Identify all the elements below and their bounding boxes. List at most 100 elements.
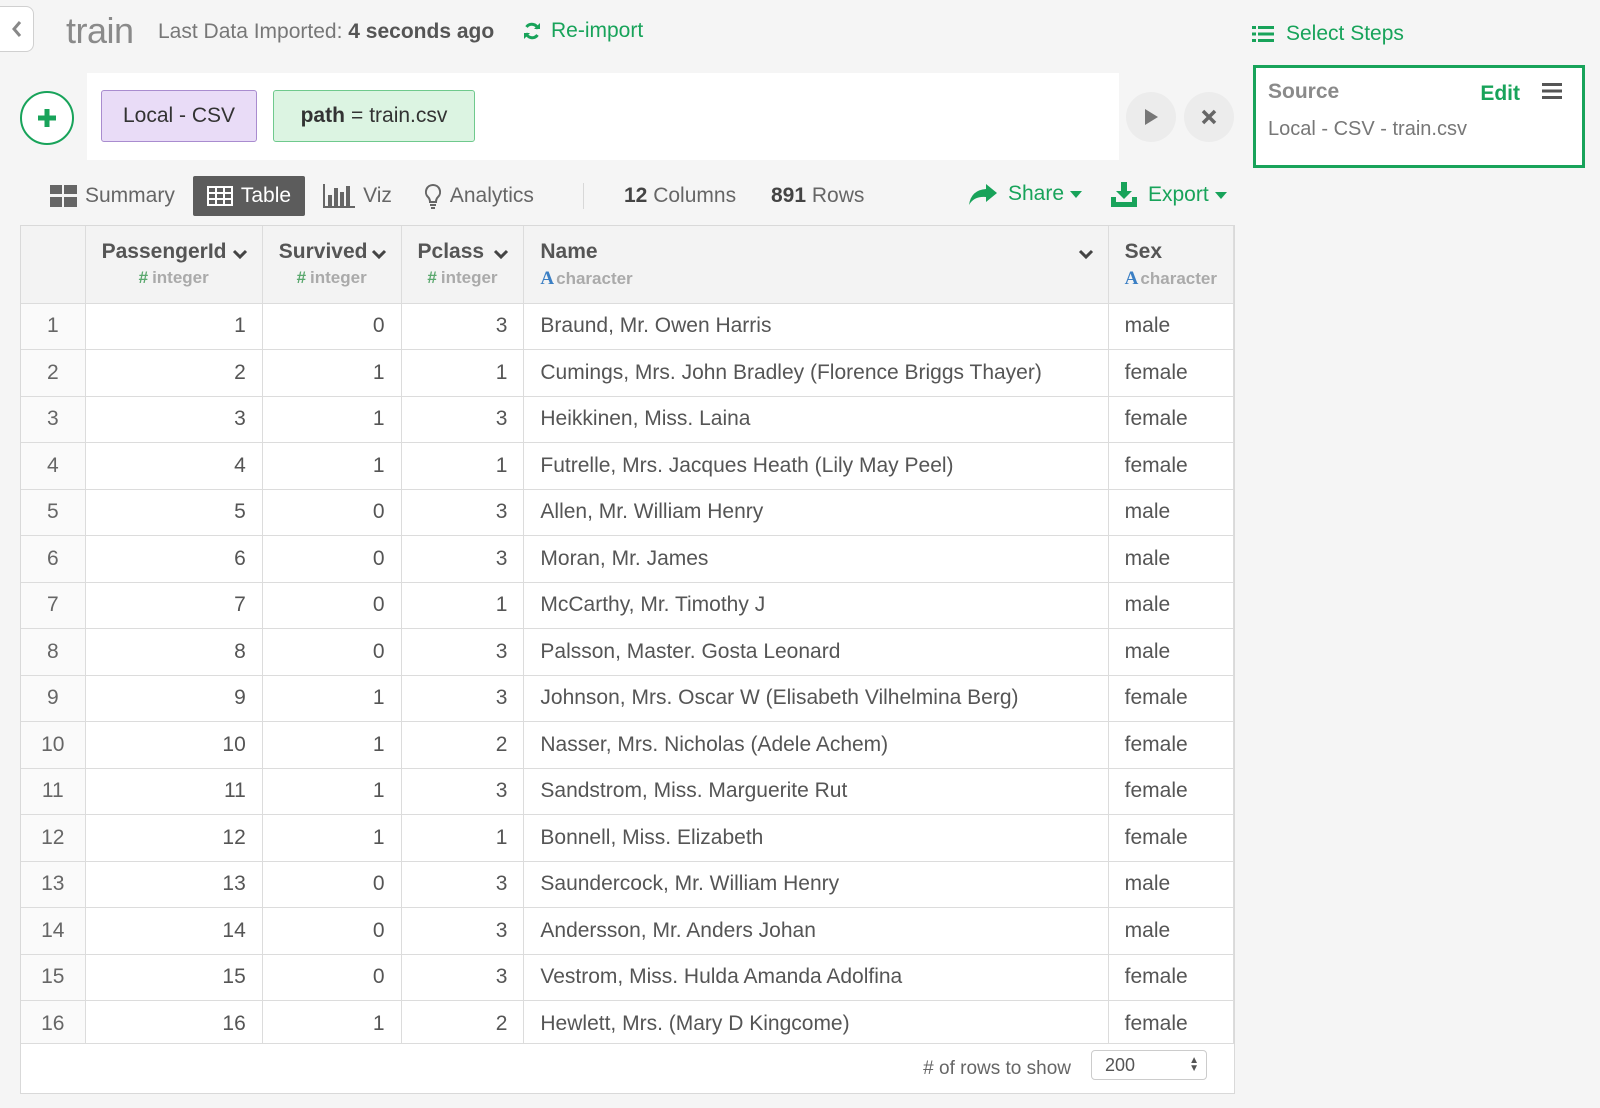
cell-survived[interactable]: 0 xyxy=(262,907,402,955)
rows-to-show-select[interactable]: 200 ▲ ▼ xyxy=(1091,1050,1207,1080)
cell-survived[interactable]: 1 xyxy=(262,349,402,397)
cell-survived[interactable]: 1 xyxy=(262,814,402,862)
cell-sex[interactable]: male xyxy=(1108,303,1234,350)
reimport-button[interactable]: Re-import xyxy=(522,19,643,43)
cell-pclass[interactable]: 1 xyxy=(401,349,525,397)
cell-name[interactable]: Moran, Mr. James xyxy=(523,535,1109,583)
chevron-down-icon[interactable] xyxy=(232,248,248,260)
cell-survived[interactable]: 0 xyxy=(262,489,402,536)
column-header-survived[interactable]: Survived # integer xyxy=(262,226,402,304)
cell-sex[interactable]: female xyxy=(1108,675,1234,722)
cell-pclass[interactable]: 1 xyxy=(401,814,525,862)
clear-button[interactable] xyxy=(1184,92,1234,142)
cell-passengerid[interactable]: 4 xyxy=(85,442,263,490)
cell-name[interactable]: Allen, Mr. William Henry xyxy=(523,489,1109,536)
cell-passengerid[interactable]: 13 xyxy=(85,861,263,908)
cell-sex[interactable]: female xyxy=(1108,349,1234,397)
cell-name[interactable]: Heikkinen, Miss. Laina xyxy=(523,396,1109,443)
step-menu-button[interactable] xyxy=(1542,82,1562,105)
cell-name[interactable]: Braund, Mr. Owen Harris xyxy=(523,303,1109,350)
cell-name[interactable]: McCarthy, Mr. Timothy J xyxy=(523,582,1109,629)
cell-idx[interactable]: 4 xyxy=(21,442,86,490)
cell-sex[interactable]: male xyxy=(1108,861,1234,908)
cell-passengerid[interactable]: 5 xyxy=(85,489,263,536)
cell-sex[interactable]: female xyxy=(1108,396,1234,443)
cell-idx[interactable]: 10 xyxy=(21,721,86,769)
cell-sex[interactable]: male xyxy=(1108,535,1234,583)
cell-passengerid[interactable]: 6 xyxy=(85,535,263,583)
cell-passengerid[interactable]: 9 xyxy=(85,675,263,722)
column-header-sex[interactable]: Sex Acharacter xyxy=(1108,226,1234,304)
cell-name[interactable]: Saundercock, Mr. William Henry xyxy=(523,861,1109,908)
cell-idx[interactable]: 14 xyxy=(21,907,86,955)
cell-passengerid[interactable]: 8 xyxy=(85,628,263,676)
cell-name[interactable]: Nasser, Mrs. Nicholas (Adele Achem) xyxy=(523,721,1109,769)
tab-summary[interactable]: Summary xyxy=(36,176,189,216)
cell-survived[interactable]: 1 xyxy=(262,396,402,443)
cell-passengerid[interactable]: 15 xyxy=(85,954,263,1001)
cell-sex[interactable]: male xyxy=(1108,489,1234,536)
cell-idx[interactable]: 16 xyxy=(21,1000,86,1048)
cell-sex[interactable]: female xyxy=(1108,814,1234,862)
cell-pclass[interactable]: 2 xyxy=(401,721,525,769)
cell-name[interactable]: Johnson, Mrs. Oscar W (Elisabeth Vilhelm… xyxy=(523,675,1109,722)
source-type-token[interactable]: Local - CSV xyxy=(101,90,257,142)
cell-idx[interactable]: 1 xyxy=(21,303,86,350)
cell-survived[interactable]: 0 xyxy=(262,303,402,350)
cell-passengerid[interactable]: 14 xyxy=(85,907,263,955)
column-header-name[interactable]: Name Acharacter xyxy=(523,226,1109,304)
cell-pclass[interactable]: 3 xyxy=(401,675,525,722)
cell-passengerid[interactable]: 16 xyxy=(85,1000,263,1048)
cell-idx[interactable]: 9 xyxy=(21,675,86,722)
cell-name[interactable]: Andersson, Mr. Anders Johan xyxy=(523,907,1109,955)
cell-passengerid[interactable]: 12 xyxy=(85,814,263,862)
cell-name[interactable]: Palsson, Master. Gosta Leonard xyxy=(523,628,1109,676)
cell-idx[interactable]: 12 xyxy=(21,814,86,862)
select-steps-button[interactable]: Select Steps xyxy=(1252,22,1404,46)
cell-survived[interactable]: 0 xyxy=(262,582,402,629)
cell-survived[interactable]: 1 xyxy=(262,768,402,815)
cell-pclass[interactable]: 3 xyxy=(401,907,525,955)
cell-pclass[interactable]: 3 xyxy=(401,768,525,815)
cell-pclass[interactable]: 2 xyxy=(401,1000,525,1048)
cell-passengerid[interactable]: 11 xyxy=(85,768,263,815)
cell-idx[interactable]: 11 xyxy=(21,768,86,815)
chevron-down-icon[interactable] xyxy=(371,248,387,260)
cell-survived[interactable]: 0 xyxy=(262,628,402,676)
cell-sex[interactable]: female xyxy=(1108,442,1234,490)
cell-name[interactable]: Futrelle, Mrs. Jacques Heath (Lily May P… xyxy=(523,442,1109,490)
cell-idx[interactable]: 6 xyxy=(21,535,86,583)
cell-pclass[interactable]: 3 xyxy=(401,535,525,583)
cell-idx[interactable]: 15 xyxy=(21,954,86,1001)
cell-name[interactable]: Bonnell, Miss. Elizabeth xyxy=(523,814,1109,862)
cell-survived[interactable]: 1 xyxy=(262,442,402,490)
cell-name[interactable]: Hewlett, Mrs. (Mary D Kingcome) xyxy=(523,1000,1109,1048)
share-button[interactable]: Share xyxy=(968,182,1083,206)
cell-idx[interactable]: 5 xyxy=(21,489,86,536)
cell-idx[interactable]: 13 xyxy=(21,861,86,908)
cell-passengerid[interactable]: 10 xyxy=(85,721,263,769)
cell-survived[interactable]: 1 xyxy=(262,1000,402,1048)
add-step-button[interactable] xyxy=(20,91,74,145)
column-header-passengerid[interactable]: PassengerId # integer xyxy=(85,226,263,304)
cell-name[interactable]: Sandstrom, Miss. Marguerite Rut xyxy=(523,768,1109,815)
cell-name[interactable]: Vestrom, Miss. Hulda Amanda Adolfina xyxy=(523,954,1109,1001)
cell-survived[interactable]: 0 xyxy=(262,535,402,583)
tab-table[interactable]: Table xyxy=(192,176,306,216)
path-token[interactable]: path = train.csv xyxy=(273,90,475,142)
column-header-pclass[interactable]: Pclass # integer xyxy=(401,226,525,304)
chevron-down-icon[interactable] xyxy=(1078,248,1094,260)
cell-pclass[interactable]: 3 xyxy=(401,954,525,1001)
source-step-card[interactable]: Source Edit Local - CSV - train.csv xyxy=(1253,65,1585,168)
cell-sex[interactable]: male xyxy=(1108,582,1234,629)
cell-pclass[interactable]: 3 xyxy=(401,396,525,443)
cell-idx[interactable]: 8 xyxy=(21,628,86,676)
cell-survived[interactable]: 1 xyxy=(262,675,402,722)
run-button[interactable] xyxy=(1126,92,1176,142)
cell-survived[interactable]: 0 xyxy=(262,861,402,908)
cell-passengerid[interactable]: 1 xyxy=(85,303,263,350)
cell-sex[interactable]: female xyxy=(1108,768,1234,815)
cell-idx[interactable]: 2 xyxy=(21,349,86,397)
cell-sex[interactable]: female xyxy=(1108,954,1234,1001)
cell-sex[interactable]: female xyxy=(1108,1000,1234,1048)
